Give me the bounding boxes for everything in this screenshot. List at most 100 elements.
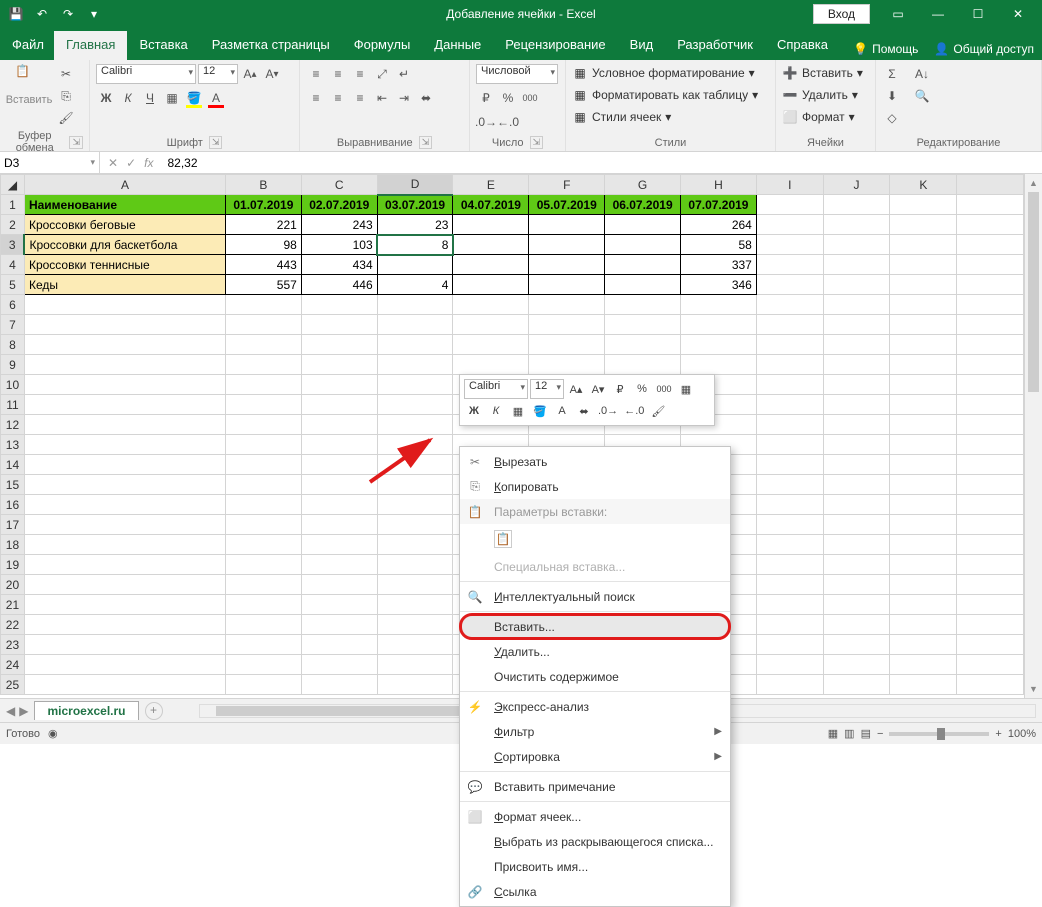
increase-font-icon[interactable]: A▴ <box>240 64 260 84</box>
align-right-icon[interactable]: ≡ <box>350 88 370 108</box>
row-header[interactable]: 6 <box>1 295 25 315</box>
cell[interactable] <box>301 495 377 515</box>
align-left-icon[interactable]: ≡ <box>306 88 326 108</box>
decrease-decimal-icon[interactable]: ←.0 <box>498 112 518 132</box>
cell[interactable] <box>24 515 225 535</box>
cell[interactable] <box>24 635 225 655</box>
cell[interactable] <box>225 335 301 355</box>
cell[interactable] <box>301 635 377 655</box>
clipboard-launcher[interactable]: ⇲ <box>69 136 83 149</box>
cell[interactable] <box>957 295 1024 315</box>
tab-data[interactable]: Данные <box>422 31 493 60</box>
cell[interactable] <box>529 295 605 315</box>
cell[interactable] <box>823 375 890 395</box>
cell[interactable] <box>957 595 1024 615</box>
cell[interactable]: 243 <box>301 215 377 235</box>
row-header[interactable]: 3 <box>1 235 25 255</box>
mini-border-icon[interactable]: ▦ <box>508 401 528 421</box>
cell[interactable] <box>24 315 225 335</box>
col-header[interactable]: I <box>756 175 823 195</box>
sheet-nav[interactable]: ◀▶ <box>6 704 28 718</box>
cell[interactable] <box>756 595 823 615</box>
cell[interactable] <box>225 675 301 695</box>
row-header[interactable]: 24 <box>1 655 25 675</box>
scroll-down-icon[interactable]: ▼ <box>1025 680 1042 698</box>
menu-pick-from-list[interactable]: Выбрать из раскрывающегося списка... <box>460 829 730 854</box>
row-header[interactable]: 11 <box>1 395 25 415</box>
cell[interactable] <box>453 275 529 295</box>
cell[interactable] <box>890 395 957 415</box>
col-header[interactable]: G <box>605 175 681 195</box>
cell[interactable] <box>890 195 957 215</box>
tab-review[interactable]: Рецензирование <box>493 31 617 60</box>
cell[interactable] <box>890 275 957 295</box>
mini-percent-icon[interactable]: % <box>632 379 652 399</box>
decrease-font-icon[interactable]: A▾ <box>262 64 282 84</box>
cell[interactable] <box>453 255 529 275</box>
cell[interactable] <box>24 495 225 515</box>
font-name-select[interactable]: Calibri <box>96 64 196 84</box>
tab-developer[interactable]: Разработчик <box>665 31 765 60</box>
cell[interactable] <box>301 515 377 535</box>
zoom-slider[interactable] <box>889 732 989 736</box>
cell[interactable] <box>225 595 301 615</box>
cell[interactable]: Кроссовки беговые <box>24 215 225 235</box>
cell[interactable] <box>377 295 453 315</box>
insert-cells[interactable]: ➕Вставить ▾ <box>782 64 863 82</box>
bold-button[interactable]: Ж <box>96 88 116 108</box>
mini-format-painter-icon[interactable]: 🖌 <box>648 401 668 421</box>
cell[interactable] <box>957 615 1024 635</box>
cell[interactable] <box>756 355 823 375</box>
cell[interactable] <box>957 515 1024 535</box>
cell[interactable] <box>823 615 890 635</box>
mini-italic[interactable]: К <box>486 401 506 421</box>
cell[interactable] <box>890 515 957 535</box>
cell[interactable] <box>957 335 1024 355</box>
cell[interactable] <box>823 515 890 535</box>
cell[interactable]: 346 <box>681 275 757 295</box>
cell[interactable]: 557 <box>225 275 301 295</box>
col-header[interactable]: C <box>301 175 377 195</box>
cell[interactable] <box>890 535 957 555</box>
cell[interactable] <box>823 635 890 655</box>
login-button[interactable]: Вход <box>813 4 870 24</box>
cell[interactable] <box>605 335 681 355</box>
cell[interactable]: 04.07.2019 <box>453 195 529 215</box>
cell[interactable] <box>756 275 823 295</box>
row-header[interactable]: 23 <box>1 635 25 655</box>
cell[interactable] <box>225 515 301 535</box>
cell[interactable] <box>756 555 823 575</box>
cell[interactable] <box>301 655 377 675</box>
cell[interactable] <box>377 615 453 635</box>
menu-delete[interactable]: Удалить... <box>460 639 730 664</box>
cell[interactable] <box>24 555 225 575</box>
row-header[interactable]: 2 <box>1 215 25 235</box>
cell[interactable] <box>957 395 1024 415</box>
qat-customize[interactable]: ▾ <box>82 3 106 25</box>
cell[interactable] <box>957 635 1024 655</box>
cell[interactable] <box>24 295 225 315</box>
cell[interactable] <box>756 415 823 435</box>
cell[interactable] <box>529 335 605 355</box>
scroll-up-icon[interactable]: ▲ <box>1025 174 1042 192</box>
cell[interactable]: 264 <box>681 215 757 235</box>
cell[interactable]: Кеды <box>24 275 225 295</box>
col-header[interactable]: K <box>890 175 957 195</box>
cell[interactable] <box>756 495 823 515</box>
cell[interactable] <box>890 615 957 635</box>
cell[interactable] <box>957 435 1024 455</box>
col-header[interactable] <box>957 175 1024 195</box>
cell[interactable] <box>301 595 377 615</box>
mini-merge-icon[interactable]: ⬌ <box>574 401 594 421</box>
cell[interactable] <box>957 475 1024 495</box>
zoom-out-button[interactable]: − <box>877 728 883 740</box>
fx-icon[interactable]: fx <box>144 156 153 170</box>
cell[interactable] <box>890 635 957 655</box>
menu-format-cells[interactable]: ⬜Формат ячеек... <box>460 804 730 829</box>
row-header[interactable]: 14 <box>1 455 25 475</box>
increase-indent-icon[interactable]: ⇥ <box>394 88 414 108</box>
format-as-table[interactable]: ▦Форматировать как таблицу ▾ <box>572 86 758 104</box>
scroll-thumb[interactable] <box>1028 192 1039 392</box>
cell[interactable] <box>24 535 225 555</box>
zoom-in-button[interactable]: + <box>995 728 1001 740</box>
